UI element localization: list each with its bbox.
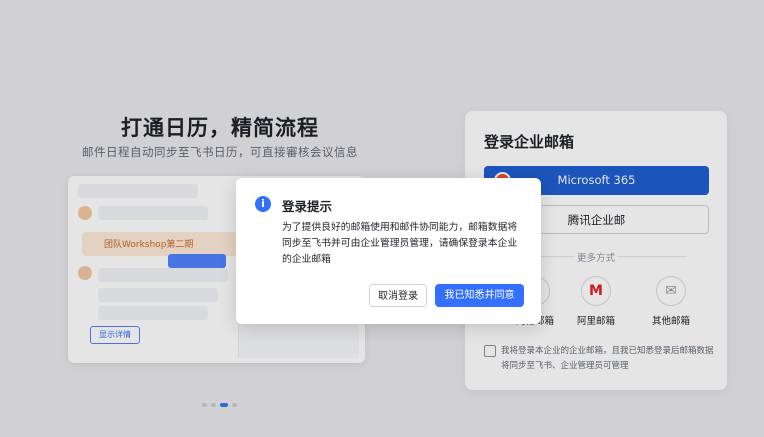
login-tip-dialog: i 登录提示 为了提供良好的邮箱使用和邮件协同能力，邮箱数据将同步至飞书并可由企… (236, 178, 541, 324)
agree-button[interactable]: 我已知悉并同意 (435, 284, 524, 307)
dialog-title: 登录提示 (282, 199, 333, 214)
info-icon: i (255, 196, 271, 212)
cancel-login-button[interactable]: 取消登录 (369, 284, 427, 307)
page-background: 打通日历，精简流程 邮件日程自动同步至飞书日历，可直接審核会议信息 团队Work… (0, 0, 764, 437)
dialog-body: 为了提供良好的邮箱使用和邮件协同能力，邮箱数据将同步至飞书并可由企业管理员管理，… (282, 222, 518, 265)
